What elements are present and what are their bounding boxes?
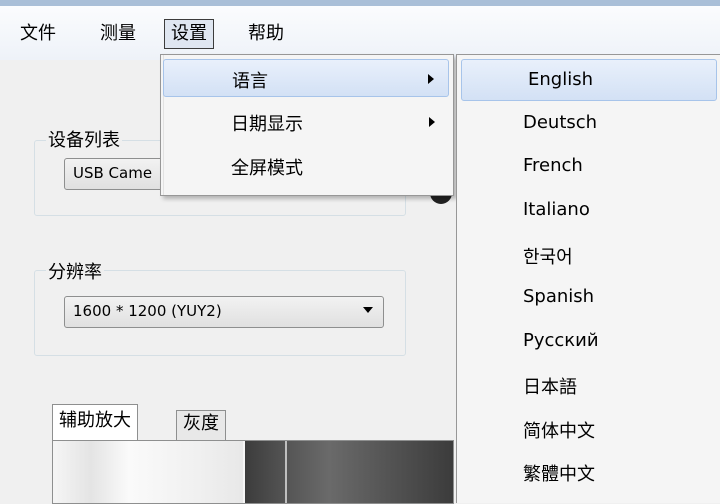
menu-item-fullscreen-label: 全屏模式 bbox=[231, 158, 303, 179]
resolution-select[interactable]: 1600 * 1200 (YUY2) bbox=[64, 296, 384, 328]
tab-grayscale[interactable]: 灰度 bbox=[176, 410, 226, 441]
language-option-label: 繁體中文 bbox=[523, 464, 595, 485]
resolution-label: 分辨率 bbox=[46, 258, 104, 284]
menu-measure[interactable]: 测量 bbox=[94, 20, 142, 48]
language-option-russian[interactable]: Русский bbox=[457, 321, 720, 363]
language-option-label: Spanish bbox=[523, 286, 595, 307]
language-submenu: English Deutsch French Italiano 한국어 Span… bbox=[456, 54, 720, 503]
settings-dropdown: 语言 日期显示 全屏模式 bbox=[160, 54, 454, 196]
menu-bar: 文件 测量 设置 帮助 bbox=[0, 6, 720, 60]
tab-assist-zoom[interactable]: 辅助放大 bbox=[52, 404, 138, 441]
preview-divider bbox=[285, 441, 287, 503]
chevron-right-icon bbox=[429, 117, 435, 127]
language-option-italiano[interactable]: Italiano bbox=[457, 190, 720, 232]
menu-item-language[interactable]: 语言 bbox=[163, 59, 449, 97]
chevron-down-icon bbox=[363, 307, 373, 313]
language-option-deutsch[interactable]: Deutsch bbox=[457, 103, 720, 145]
preview-image-right bbox=[245, 441, 453, 503]
language-option-label: Русский bbox=[523, 330, 599, 351]
menu-item-date-display[interactable]: 日期显示 bbox=[163, 103, 449, 141]
menu-help[interactable]: 帮助 bbox=[242, 20, 290, 48]
preview-image-left bbox=[53, 441, 243, 503]
menu-settings[interactable]: 设置 bbox=[164, 19, 214, 49]
menu-file[interactable]: 文件 bbox=[14, 20, 62, 48]
language-option-label: Italiano bbox=[523, 199, 590, 220]
language-option-label: 한국어 bbox=[523, 247, 573, 268]
language-option-korean[interactable]: 한국어 bbox=[457, 234, 720, 276]
language-option-japanese[interactable]: 日本語 bbox=[457, 364, 720, 406]
chevron-right-icon bbox=[428, 74, 434, 84]
language-option-french[interactable]: French bbox=[457, 146, 720, 188]
menu-item-fullscreen[interactable]: 全屏模式 bbox=[163, 147, 449, 185]
menu-item-date-display-label: 日期显示 bbox=[231, 114, 303, 135]
camera-preview bbox=[52, 440, 454, 504]
device-list-label: 设备列表 bbox=[46, 126, 122, 152]
language-option-label: 日本語 bbox=[523, 377, 577, 398]
language-option-spanish[interactable]: Spanish bbox=[457, 277, 720, 319]
resolution-select-value: 1600 * 1200 (YUY2) bbox=[73, 302, 222, 320]
language-option-simplified-chinese[interactable]: 简体中文 bbox=[457, 408, 720, 450]
language-option-label: English bbox=[528, 69, 593, 90]
language-option-traditional-chinese[interactable]: 繁體中文 bbox=[457, 451, 720, 493]
device-select-value: USB Came bbox=[73, 164, 153, 182]
language-option-label: 简体中文 bbox=[523, 421, 595, 442]
language-option-label: Deutsch bbox=[523, 112, 598, 133]
language-option-label: French bbox=[523, 155, 583, 176]
menu-item-language-label: 语言 bbox=[232, 71, 268, 92]
language-option-english[interactable]: English bbox=[461, 59, 717, 101]
